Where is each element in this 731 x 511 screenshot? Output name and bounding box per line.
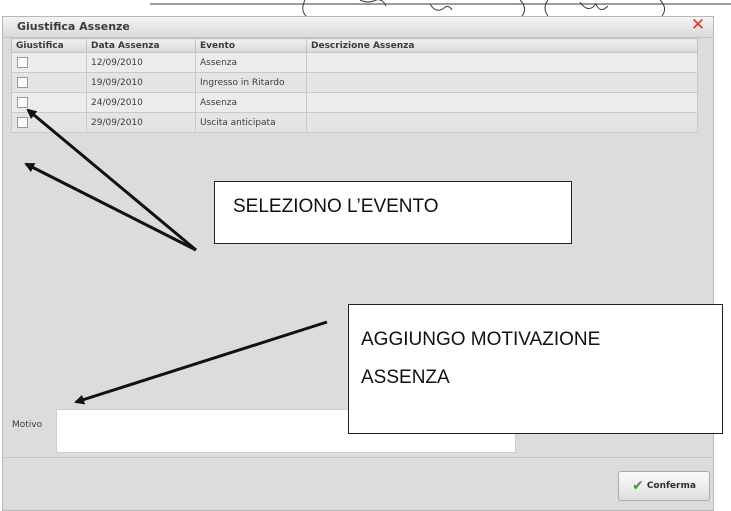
footer-divider — [3, 457, 713, 458]
event-cell: Ingresso in Ritardo — [195, 72, 307, 93]
dialog-titlebar: Giustifica Assenze ✕ — [3, 16, 713, 38]
close-icon[interactable]: ✕ — [689, 16, 707, 34]
date-cell: 24/09/2010 — [86, 92, 196, 113]
table-header-row: Giustifica Data Assenza Evento Descrizio… — [11, 38, 698, 53]
description-cell — [306, 72, 698, 93]
column-header-data-assenza[interactable]: Data Assenza — [86, 38, 196, 53]
column-header-evento[interactable]: Evento — [195, 38, 307, 53]
event-cell: Uscita anticipata — [195, 112, 307, 133]
justify-checkbox[interactable] — [17, 117, 28, 128]
description-cell — [306, 92, 698, 113]
event-cell: Assenza — [195, 92, 307, 113]
checkmark-icon: ✔ — [632, 478, 644, 494]
event-cell: Assenza — [195, 52, 307, 73]
column-header-descrizione-assenza[interactable]: Descrizione Assenza — [306, 38, 698, 53]
column-header-giustifica[interactable]: Giustifica — [11, 38, 87, 53]
conferma-button-label: Conferma — [646, 481, 696, 491]
absences-table: Giustifica Data Assenza Evento Descrizio… — [11, 38, 698, 133]
callout-add-reason-line1: AGGIUNGO MOTIVAZIONE — [361, 329, 601, 350]
giustifica-cell — [11, 112, 87, 133]
dialog-title: Giustifica Assenze — [17, 20, 130, 33]
table-row[interactable]: 12/09/2010 Assenza — [11, 52, 698, 73]
table-row[interactable]: 19/09/2010 Ingresso in Ritardo — [11, 72, 698, 93]
callout-add-reason-line2: ASSENZA — [361, 367, 450, 388]
date-cell: 12/09/2010 — [86, 52, 196, 73]
giustifica-cell — [11, 52, 87, 73]
giustifica-cell — [11, 92, 87, 113]
callout-select-event: SELEZIONO L’EVENTO — [214, 181, 572, 244]
table-row[interactable]: 29/09/2010 Uscita anticipata — [11, 112, 698, 133]
justify-checkbox[interactable] — [17, 97, 28, 108]
giustifica-assenze-dialog: Giustifica Assenze ✕ Giustifica Data Ass… — [2, 16, 714, 511]
date-cell: 19/09/2010 — [86, 72, 196, 93]
conferma-button[interactable]: ✔ Conferma — [618, 471, 710, 501]
description-cell — [306, 112, 698, 133]
callout-select-event-text: SELEZIONO L’EVENTO — [233, 196, 439, 217]
justify-checkbox[interactable] — [17, 57, 28, 68]
description-cell — [306, 52, 698, 73]
date-cell: 29/09/2010 — [86, 112, 196, 133]
justify-checkbox[interactable] — [17, 77, 28, 88]
motivo-label: Motivo — [12, 420, 43, 430]
callout-add-reason: AGGIUNGO MOTIVAZIONE ASSENZA — [348, 304, 723, 434]
table-row[interactable]: 24/09/2010 Assenza — [11, 92, 698, 113]
giustifica-cell — [11, 72, 87, 93]
